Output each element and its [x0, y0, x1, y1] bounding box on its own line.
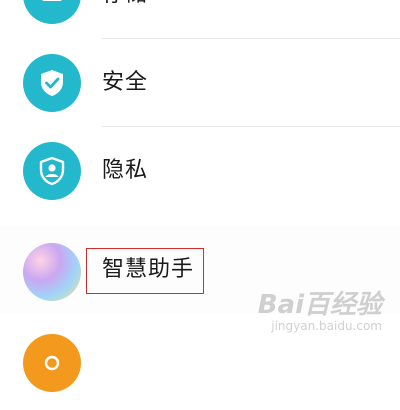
highlight-box [86, 248, 204, 294]
settings-item-label: 隐私 [102, 158, 149, 183]
watermark-main: Bai百经验 [257, 290, 382, 320]
watermark-sub: jingyan.baidu.com [271, 319, 382, 333]
smart-assistant-icon [23, 243, 81, 301]
settings-item-security[interactable]: 安全 [0, 39, 400, 127]
settings-item-storage[interactable]: 存储 [0, 0, 400, 39]
settings-item-next[interactable] [0, 322, 400, 410]
privacy-shield-user-icon [23, 142, 81, 200]
shield-check-icon [23, 54, 81, 112]
orange-app-icon [23, 334, 81, 392]
settings-item-label: 存储 [102, 0, 148, 6]
settings-item-label: 安全 [102, 70, 149, 95]
storage-icon [23, 0, 81, 24]
watermark: Bai百经验 jingyan.baidu.com [258, 292, 382, 332]
settings-item-privacy[interactable]: 隐私 [0, 127, 400, 215]
